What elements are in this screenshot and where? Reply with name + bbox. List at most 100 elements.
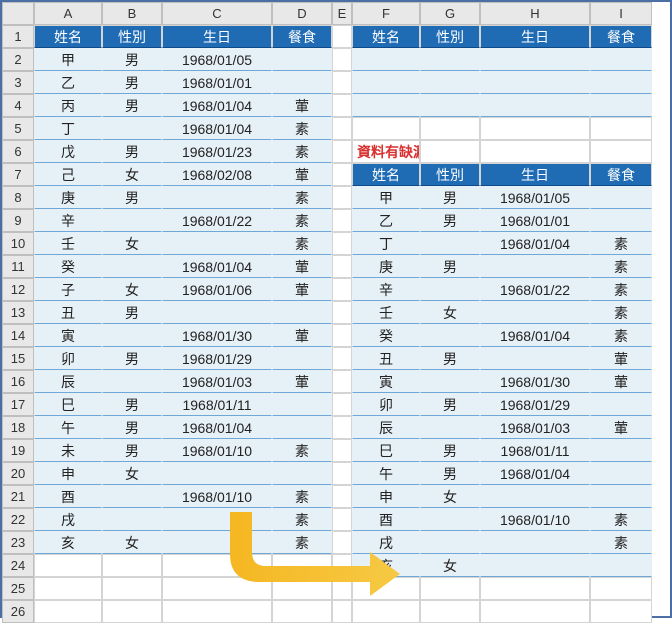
data-cell[interactable]: 甲	[34, 48, 102, 71]
data-cell[interactable]	[420, 531, 480, 554]
cell[interactable]	[332, 370, 352, 393]
data-cell[interactable]: 午	[34, 416, 102, 439]
data-cell[interactable]	[480, 255, 590, 278]
data-cell[interactable]: 1968/01/01	[162, 71, 272, 94]
row-header[interactable]: 4	[2, 94, 34, 117]
row-header[interactable]: 5	[2, 117, 34, 140]
row-header[interactable]: 15	[2, 347, 34, 370]
data-cell[interactable]: 甲	[352, 186, 420, 209]
cell[interactable]	[332, 71, 352, 94]
table-header[interactable]: 姓名	[34, 25, 102, 48]
data-cell[interactable]: 亥	[352, 554, 420, 577]
row-header[interactable]: 1	[2, 25, 34, 48]
row-header[interactable]: 19	[2, 439, 34, 462]
data-cell[interactable]: 男	[420, 255, 480, 278]
table-header[interactable]: 性別	[102, 25, 162, 48]
data-cell[interactable]: 葷	[272, 163, 332, 186]
data-cell[interactable]: 葷	[272, 324, 332, 347]
data-cell[interactable]	[420, 71, 480, 94]
data-cell[interactable]: 1968/01/29	[480, 393, 590, 416]
data-cell[interactable]: 1968/01/10	[480, 508, 590, 531]
data-cell[interactable]	[420, 94, 480, 117]
data-cell[interactable]	[102, 485, 162, 508]
data-cell[interactable]: 葷	[590, 347, 652, 370]
row-header[interactable]: 17	[2, 393, 34, 416]
data-cell[interactable]	[590, 439, 652, 462]
cell[interactable]	[590, 117, 652, 140]
data-cell[interactable]: 巳	[34, 393, 102, 416]
data-cell[interactable]: 1968/01/04	[162, 94, 272, 117]
cell[interactable]	[102, 554, 162, 577]
data-cell[interactable]: 子	[34, 278, 102, 301]
data-cell[interactable]: 1968/01/05	[162, 48, 272, 71]
column-header[interactable]: H	[480, 2, 590, 25]
data-cell[interactable]: 1968/02/08	[162, 163, 272, 186]
data-cell[interactable]: 巳	[352, 439, 420, 462]
data-cell[interactable]: 葷	[272, 255, 332, 278]
row-header[interactable]: 12	[2, 278, 34, 301]
row-header[interactable]: 2	[2, 48, 34, 71]
cell[interactable]	[332, 439, 352, 462]
data-cell[interactable]: 素	[272, 186, 332, 209]
data-cell[interactable]	[590, 209, 652, 232]
data-cell[interactable]: 素	[272, 531, 332, 554]
data-cell[interactable]	[420, 508, 480, 531]
data-cell[interactable]: 素	[590, 232, 652, 255]
cell[interactable]	[480, 577, 590, 600]
table-header[interactable]: 姓名	[352, 25, 420, 48]
data-cell[interactable]	[480, 301, 590, 324]
data-cell[interactable]	[272, 462, 332, 485]
data-cell[interactable]: 申	[352, 485, 420, 508]
data-cell[interactable]: 己	[34, 163, 102, 186]
data-cell[interactable]: 丑	[34, 301, 102, 324]
data-cell[interactable]: 1968/01/10	[162, 439, 272, 462]
row-header[interactable]: 22	[2, 508, 34, 531]
data-cell[interactable]: 素	[590, 324, 652, 347]
column-header[interactable]: A	[34, 2, 102, 25]
data-cell[interactable]	[162, 232, 272, 255]
data-cell[interactable]: 申	[34, 462, 102, 485]
data-cell[interactable]: 女	[420, 485, 480, 508]
cell[interactable]	[332, 554, 352, 577]
table-header[interactable]: 生日	[162, 25, 272, 48]
data-cell[interactable]: 素	[272, 232, 332, 255]
data-cell[interactable]: 1968/01/04	[480, 462, 590, 485]
data-cell[interactable]: 男	[420, 393, 480, 416]
cell[interactable]	[162, 554, 272, 577]
data-cell[interactable]: 1968/01/30	[162, 324, 272, 347]
data-cell[interactable]: 男	[420, 439, 480, 462]
data-cell[interactable]	[102, 117, 162, 140]
data-cell[interactable]	[272, 393, 332, 416]
data-cell[interactable]	[102, 508, 162, 531]
cell[interactable]	[34, 577, 102, 600]
data-cell[interactable]: 1968/01/22	[162, 209, 272, 232]
data-cell[interactable]: 1968/01/23	[162, 140, 272, 163]
data-cell[interactable]: 女	[102, 531, 162, 554]
data-cell[interactable]: 1968/01/30	[480, 370, 590, 393]
data-cell[interactable]	[102, 255, 162, 278]
column-header[interactable]: C	[162, 2, 272, 25]
cell[interactable]	[332, 186, 352, 209]
data-cell[interactable]: 1968/01/04	[162, 416, 272, 439]
table-header[interactable]: 性別	[420, 25, 480, 48]
cell[interactable]	[332, 301, 352, 324]
data-cell[interactable]: 1968/01/29	[162, 347, 272, 370]
cell[interactable]	[102, 577, 162, 600]
row-header[interactable]: 21	[2, 485, 34, 508]
cell[interactable]	[590, 600, 652, 623]
table-header[interactable]: 生日	[480, 25, 590, 48]
row-header[interactable]: 24	[2, 554, 34, 577]
cell[interactable]	[332, 232, 352, 255]
data-cell[interactable]: 男	[420, 186, 480, 209]
data-cell[interactable]: 1968/01/11	[480, 439, 590, 462]
row-header[interactable]: 7	[2, 163, 34, 186]
data-cell[interactable]: 葷	[590, 416, 652, 439]
data-cell[interactable]: 癸	[352, 324, 420, 347]
data-cell[interactable]	[162, 462, 272, 485]
data-cell[interactable]: 壬	[352, 301, 420, 324]
cell[interactable]	[102, 600, 162, 623]
data-cell[interactable]: 男	[102, 393, 162, 416]
data-cell[interactable]	[420, 370, 480, 393]
data-cell[interactable]: 素	[590, 255, 652, 278]
data-cell[interactable]: 女	[102, 163, 162, 186]
